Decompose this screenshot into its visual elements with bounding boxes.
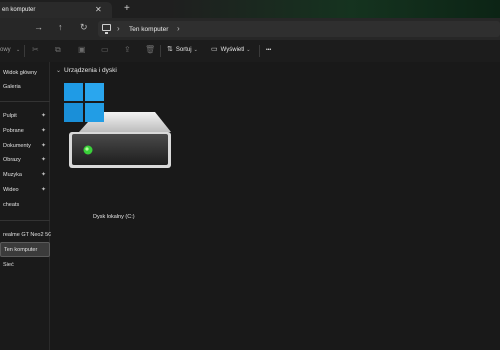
copy-icon[interactable]: ⧉	[55, 45, 61, 55]
sidebar-item-label: Wideo	[3, 187, 19, 193]
sidebar-item-desktop[interactable]: Pulpit ✦	[0, 109, 50, 123]
sidebar-item-label: Galeria	[3, 84, 21, 90]
sidebar-item-music[interactable]: Muzyka ✦	[0, 168, 50, 182]
refresh-icon[interactable]: ↻	[80, 22, 88, 33]
pin-icon: ✦	[41, 157, 47, 163]
new-tab-button[interactable]: +	[124, 3, 130, 14]
sort-label: Sortuj	[175, 47, 192, 53]
sort-button[interactable]: ⇅ Sortuj ⌄	[167, 45, 198, 57]
sidebar-item-gallery[interactable]: Galeria	[0, 80, 50, 94]
cut-icon[interactable]: ✂	[32, 45, 39, 54]
divider	[160, 45, 161, 57]
address-bar[interactable]: › Ten komputer ›	[98, 21, 500, 37]
breadcrumb-ten-komputer[interactable]: Ten komputer	[129, 26, 168, 33]
hard-drive-icon	[64, 83, 171, 168]
sidebar-item-home[interactable]: Widok główny	[0, 66, 50, 80]
sidebar-item-downloads[interactable]: Pobrane ✦	[0, 124, 50, 138]
view-label: Wyświetl	[220, 47, 245, 53]
tab-label: en komputer	[2, 7, 36, 13]
sidebar-item-label: Muzyka	[3, 172, 22, 178]
sidebar-item-label: Widok główny	[3, 70, 37, 76]
forward-icon[interactable]: →	[34, 22, 43, 32]
more-options-button[interactable]: •••	[266, 47, 271, 59]
chevron-right-icon[interactable]: ›	[117, 24, 120, 33]
sidebar-item-this-pc[interactable]: Ten komputer	[0, 242, 50, 257]
drive-item-c[interactable]: Dysk lokalny (C:)	[63, 80, 173, 220]
navigation-pane: Widok główny Galeria Pulpit ✦ Pobrane ✦ …	[0, 62, 53, 350]
sidebar-item-label: cheats	[3, 202, 20, 208]
pin-icon: ✦	[41, 143, 47, 149]
sidebar-item-phone[interactable]: realme GT Neo2 5G	[0, 228, 53, 242]
group-title: Urządzenia i dyski	[64, 67, 117, 74]
pin-icon: ✦	[41, 187, 47, 193]
sidebar-item-label: Pulpit	[3, 113, 17, 119]
pin-icon: ✦	[41, 172, 47, 178]
group-header[interactable]: ⌄ Urządzenia i dyski	[56, 67, 117, 74]
sidebar-item-pictures[interactable]: Obrazy ✦	[0, 153, 50, 167]
title-bar: en komputer ✕ +	[0, 0, 500, 18]
navigation-bar: → ↑ ↻ › Ten komputer ›	[0, 18, 500, 40]
up-icon[interactable]: ↑	[58, 22, 63, 32]
chevron-down-icon: ⌄	[246, 47, 251, 53]
sort-icon: ⇅	[167, 46, 173, 53]
paste-icon[interactable]: ▣	[78, 45, 86, 54]
divider	[24, 45, 25, 57]
sidebar-item-label: realme GT Neo2 5G	[3, 232, 53, 238]
sidebar-item-label: Ten komputer	[4, 247, 38, 253]
title-bar-accent	[170, 0, 500, 18]
chevron-down-icon: ⌄	[56, 68, 62, 74]
close-tab-icon[interactable]: ✕	[95, 5, 102, 14]
view-icon: ▭	[211, 46, 218, 53]
share-icon[interactable]: ⇪	[124, 45, 131, 54]
pin-icon: ✦	[41, 128, 47, 134]
delete-icon[interactable]: 🗑	[145, 45, 155, 54]
sidebar-item-label: Obrazy	[3, 157, 21, 163]
chevron-down-icon: ⌄	[16, 47, 21, 53]
rename-icon[interactable]: ▭	[101, 45, 109, 54]
file-view: ⌄ Urządzenia i dyski Dysk lokalny (C:)	[51, 62, 500, 350]
chevron-down-icon: ⌄	[193, 47, 198, 53]
divider	[0, 101, 50, 102]
computer-icon	[102, 24, 111, 34]
divider	[0, 220, 50, 221]
sidebar-item-network[interactable]: Sieć	[0, 258, 50, 272]
sidebar-item-label: Dokumenty	[3, 143, 31, 149]
drive-label: Dysk lokalny (C:)	[93, 214, 135, 220]
windows-logo-icon	[64, 83, 104, 122]
tab-ten-komputer[interactable]: en komputer ✕	[0, 2, 112, 18]
command-bar: owy ⌄ ✂ ⧉ ▣ ▭ ⇪ 🗑 ⇅ Sortuj ⌄ ▭ Wyświetl ⌄ ••…	[0, 40, 500, 62]
chevron-right-icon[interactable]: ›	[177, 24, 180, 33]
view-button[interactable]: ▭ Wyświetl ⌄	[211, 45, 250, 57]
divider	[259, 45, 260, 57]
sidebar-item-label: Sieć	[3, 262, 14, 268]
new-button[interactable]: owy	[0, 47, 11, 53]
sidebar-item-documents[interactable]: Dokumenty ✦	[0, 139, 50, 153]
sidebar-item-label: Pobrane	[3, 128, 24, 134]
sidebar-item-videos[interactable]: Wideo ✦	[0, 183, 50, 197]
sidebar-item-cheats[interactable]: cheats	[0, 198, 50, 212]
pin-icon: ✦	[41, 113, 47, 119]
